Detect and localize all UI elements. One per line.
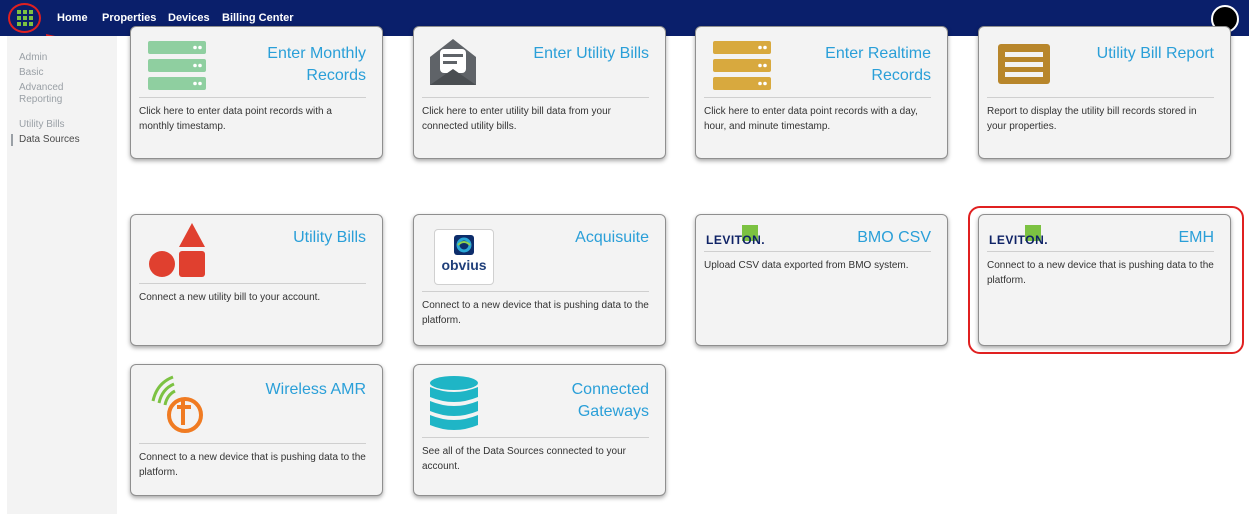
card-description: Click here to enter data point records w… <box>704 106 918 132</box>
card-title: Enter Monthly Records <box>267 45 366 84</box>
highlight-emh <box>968 206 1244 354</box>
wireless-amr-logo <box>151 375 203 433</box>
card-utility-bill-report[interactable]: Utility Bill Report Report to display th… <box>978 26 1231 159</box>
sidebar-item-advanced-reporting[interactable]: Advanced Reporting <box>19 82 89 106</box>
card-utility-bills[interactable]: Utility Bills Connect a new utility bill… <box>130 214 383 346</box>
card-description: See all of the Data Sources connected to… <box>422 446 627 472</box>
card-description: Connect to a new device that is pushing … <box>422 300 649 326</box>
obvius-wordmark: obvius <box>441 257 487 273</box>
card-description: Click here to enter utility bill data fr… <box>422 106 611 132</box>
card-enter-realtime-records[interactable]: Enter Realtime Records Click here to ent… <box>695 26 948 159</box>
divider <box>422 97 649 98</box>
leviton-logo: LEVITON. <box>989 225 1049 247</box>
obvius-logo: obvius <box>434 229 494 285</box>
sidebar-item-utility-bills[interactable]: Utility Bills <box>19 119 109 131</box>
active-indicator <box>11 134 13 146</box>
server-stack-gold-icon <box>713 41 771 90</box>
report-document-icon <box>998 44 1050 84</box>
card-title: Enter Utility Bills <box>533 45 649 62</box>
divider <box>139 443 366 444</box>
card-description: Click here to enter data point records w… <box>139 106 332 132</box>
main-content: Enter Monthly Records Click here to ente… <box>117 26 1249 514</box>
card-title: Wireless AMR <box>265 381 366 398</box>
sidebar-item-basic[interactable]: Basic <box>19 67 109 79</box>
card-title: Utility Bills <box>293 229 366 246</box>
envelope-bill-icon <box>430 39 476 85</box>
card-title: BMO CSV <box>857 229 931 246</box>
divider <box>422 437 649 438</box>
divider <box>422 291 649 292</box>
card-title: Enter Realtime Records <box>825 45 931 84</box>
leviton-logo: LEVITON. <box>706 225 766 247</box>
shapes-icon <box>149 223 205 277</box>
leviton-wordmark: LEVITON. <box>989 233 1049 247</box>
card-description: Connect a new utility bill to your accou… <box>139 292 321 303</box>
card-description: Connect to a new device that is pushing … <box>139 452 366 478</box>
card-bmo-csv[interactable]: LEVITON. BMO CSV Upload CSV data exporte… <box>695 214 948 346</box>
highlight-circle <box>8 3 41 33</box>
divider <box>704 251 931 252</box>
card-title: Acquisuite <box>575 229 649 246</box>
card-connected-gateways[interactable]: Connected Gateways See all of the Data S… <box>413 364 666 496</box>
leviton-wordmark: LEVITON. <box>706 233 766 247</box>
card-title: Utility Bill Report <box>1096 45 1214 62</box>
card-enter-monthly-records[interactable]: Enter Monthly Records Click here to ente… <box>130 26 383 159</box>
card-acquisuite[interactable]: obvius Acquisuite Connect to a new devic… <box>413 214 666 346</box>
divider <box>139 283 366 284</box>
card-wireless-amr[interactable]: Wireless AMR Connect to a new device tha… <box>130 364 383 496</box>
sidebar: Admin Basic Advanced Reporting Utility B… <box>7 36 117 514</box>
card-title: Connected Gateways <box>571 381 649 420</box>
database-icon <box>430 376 478 430</box>
sidebar-item-data-sources[interactable]: Data Sources <box>19 134 109 146</box>
divider <box>987 97 1214 98</box>
card-enter-utility-bills[interactable]: Enter Utility Bills Click here to enter … <box>413 26 666 159</box>
obvius-swirl-icon <box>454 235 474 255</box>
server-stack-green-icon <box>148 41 206 90</box>
divider <box>704 97 931 98</box>
card-description: Upload CSV data exported from BMO system… <box>704 260 909 271</box>
card-description: Report to display the utility bill recor… <box>987 106 1197 132</box>
sidebar-item-admin[interactable]: Admin <box>19 52 109 64</box>
divider <box>139 97 366 98</box>
